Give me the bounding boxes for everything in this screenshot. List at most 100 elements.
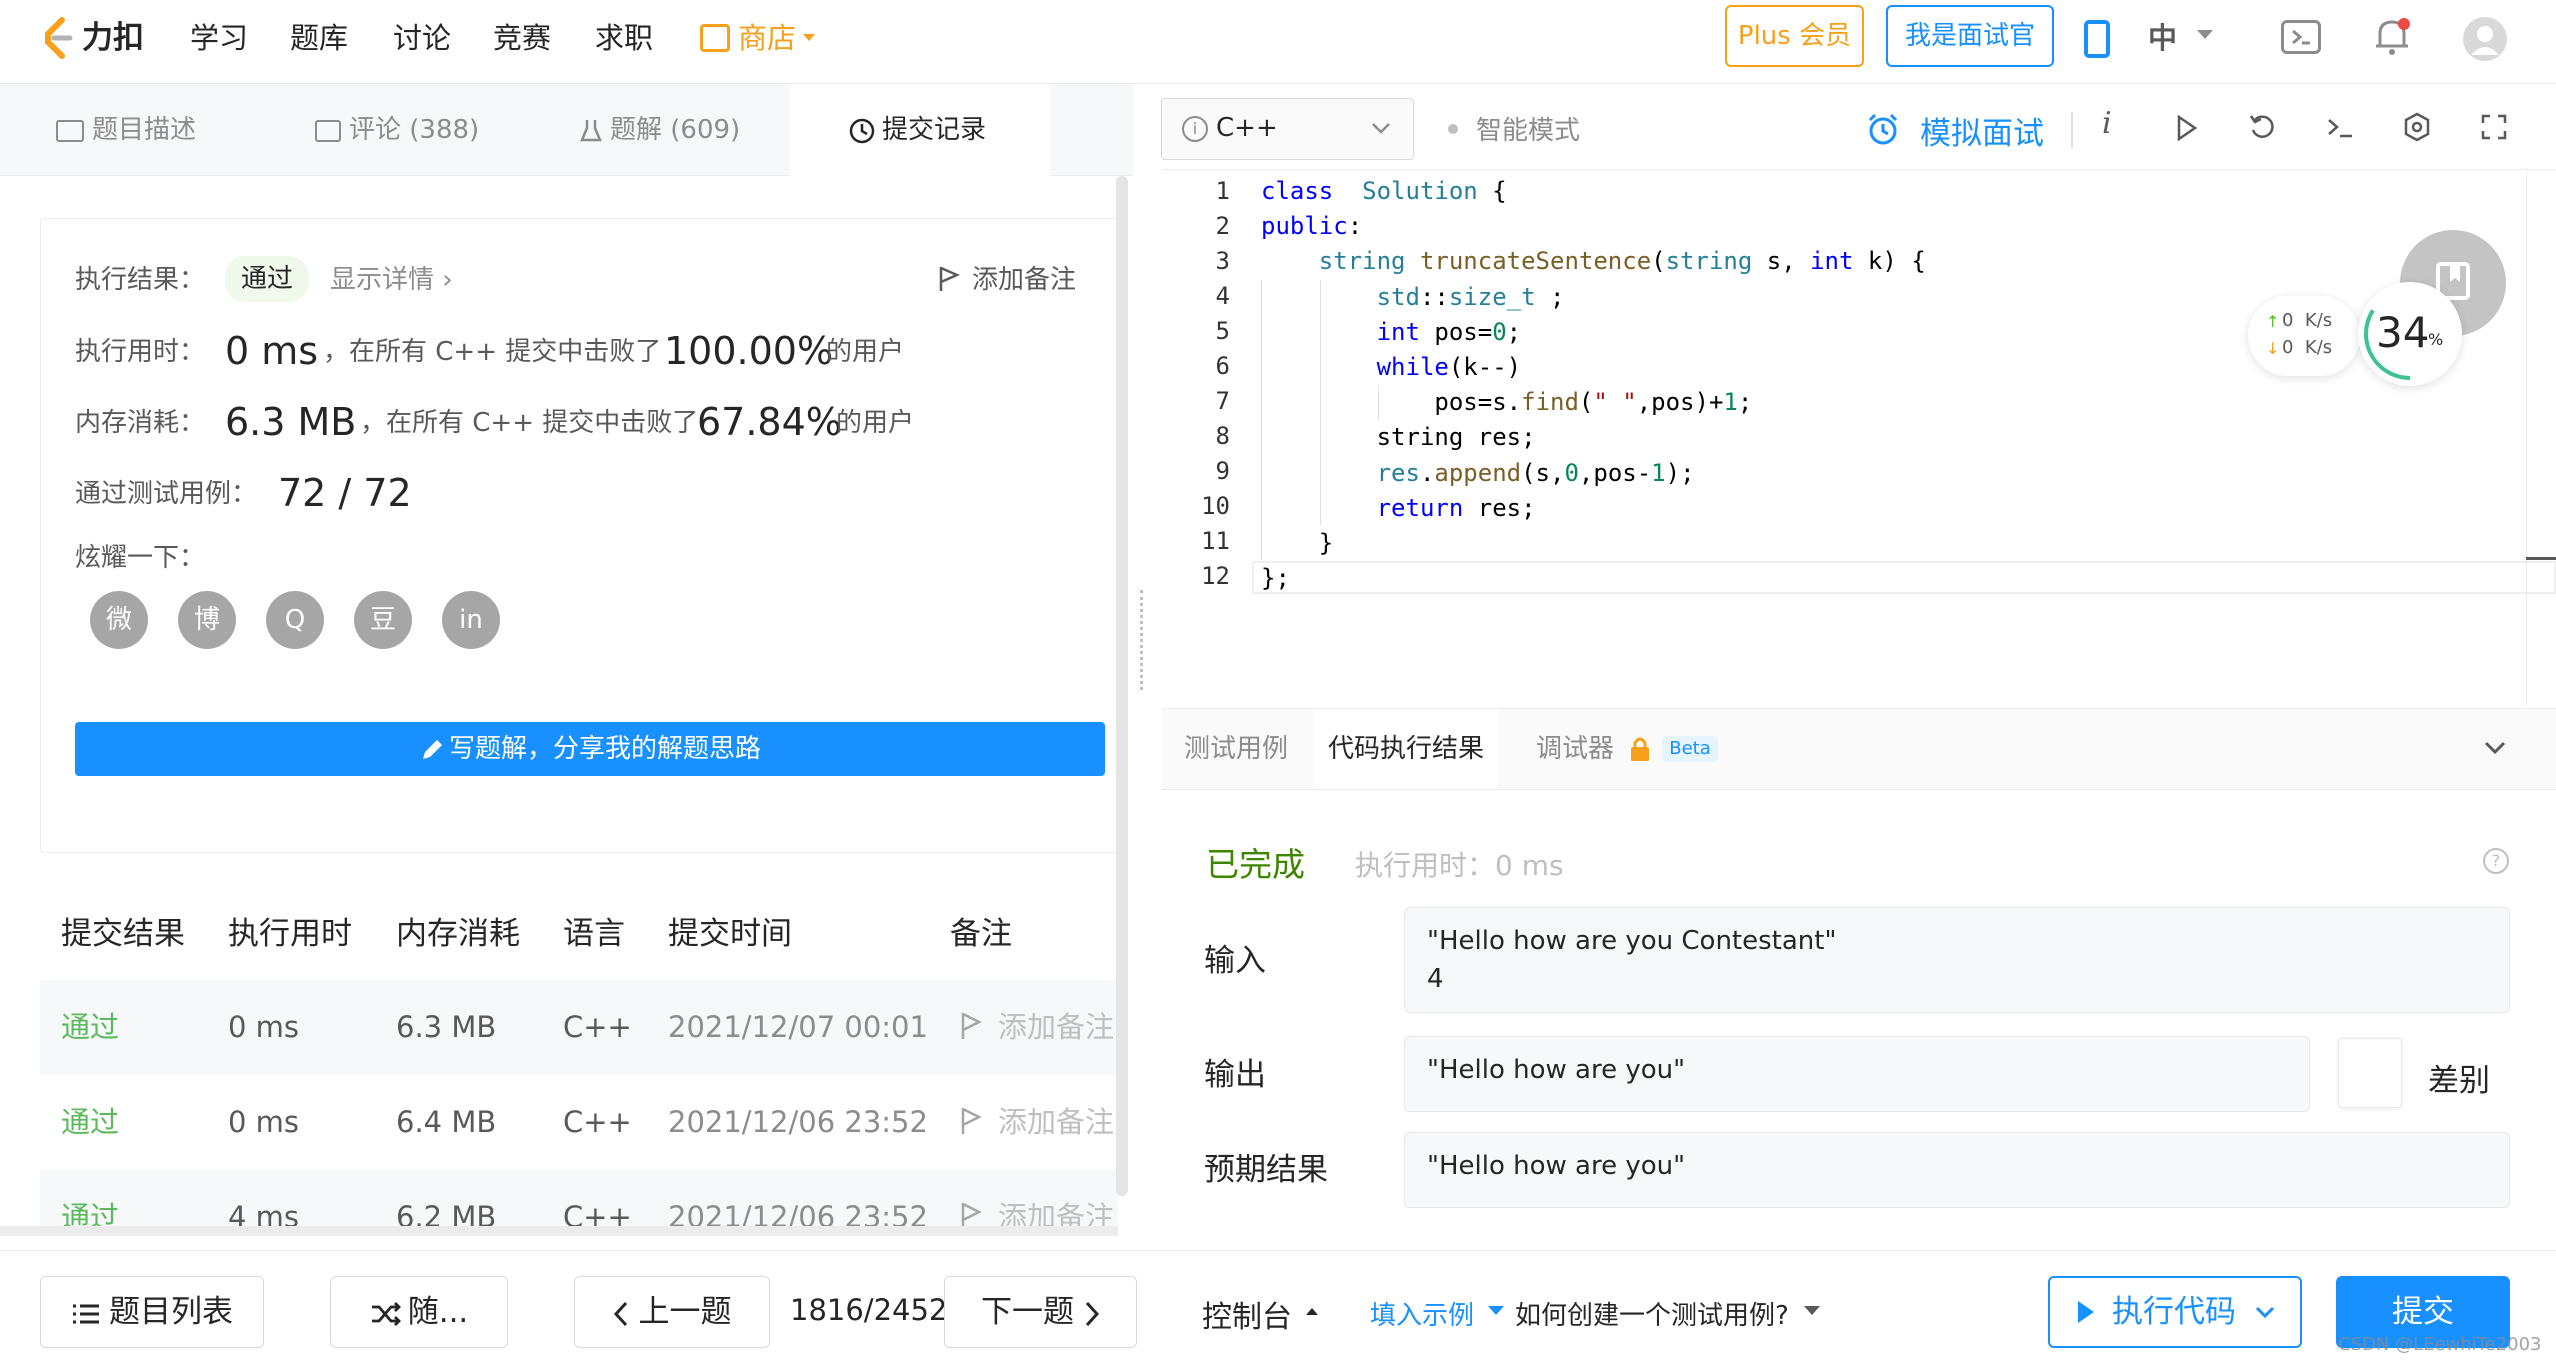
language-switch[interactable]: 中 bbox=[2148, 18, 2177, 58]
row-memory: 6.4 MB bbox=[396, 1105, 497, 1139]
resize-handle[interactable] bbox=[1140, 590, 1146, 690]
row-status[interactable]: 通过 bbox=[61, 1102, 119, 1142]
line-number: 4 bbox=[1215, 282, 1230, 310]
line-number: 6 bbox=[1215, 352, 1230, 380]
testcases-value: 72 / 72 bbox=[278, 471, 412, 515]
scroll-marker bbox=[2526, 557, 2556, 560]
row-add-note[interactable]: 添加备注 bbox=[998, 1197, 1114, 1226]
code-line[interactable]: int pos=0; bbox=[1261, 315, 1522, 350]
code-line[interactable]: string res; bbox=[1261, 420, 1536, 455]
notification-bell-icon[interactable] bbox=[2372, 16, 2412, 58]
nav-jobs[interactable]: 求职 bbox=[595, 18, 653, 58]
douban-icon[interactable]: 豆 bbox=[354, 591, 412, 649]
tab-run-result[interactable]: 代码执行结果 bbox=[1314, 710, 1498, 788]
prev-problem-button[interactable]: 上一题 bbox=[574, 1276, 770, 1348]
weibo-icon[interactable]: 博 bbox=[178, 591, 236, 649]
row-language: C++ bbox=[563, 1010, 632, 1044]
code-line[interactable]: } bbox=[1261, 526, 1333, 561]
result-label: 执行结果： bbox=[75, 265, 206, 295]
collapse-chevron-icon[interactable] bbox=[2484, 740, 2506, 756]
current-line-highlight bbox=[1252, 561, 2556, 594]
interviewer-button[interactable]: 我是面试官 bbox=[1886, 5, 2054, 67]
settings-icon[interactable] bbox=[2402, 112, 2432, 142]
qq-icon[interactable]: Q bbox=[266, 591, 324, 649]
diff-label[interactable]: 差别 bbox=[2428, 1055, 2490, 1100]
line-number: 1 bbox=[1215, 177, 1230, 205]
add-note-button[interactable]: 添加备注 bbox=[972, 262, 1076, 298]
nav-contest[interactable]: 竞赛 bbox=[493, 18, 551, 58]
table-row[interactable]: 通过 0 ms 6.4 MB C++ 2021/12/06 23:52 添加备注 bbox=[40, 1075, 1118, 1170]
horizontal-scrollbar[interactable] bbox=[0, 1226, 1118, 1236]
smart-mode-dot bbox=[1448, 124, 1458, 134]
run-code-button[interactable]: 执行代码 bbox=[2048, 1276, 2302, 1348]
code-line[interactable]: res.append(s,0,pos-1); bbox=[1261, 456, 1695, 491]
comment-icon bbox=[315, 119, 341, 142]
tab-solutions[interactable]: 题解 (609) bbox=[580, 84, 780, 176]
avatar[interactable] bbox=[2463, 17, 2507, 61]
linkedin-icon[interactable]: in bbox=[442, 591, 500, 649]
random-button[interactable]: 随... bbox=[330, 1276, 508, 1348]
input-line: "Hello how are you Contestant" bbox=[1427, 926, 1837, 956]
brand-name[interactable]: 力扣 bbox=[82, 18, 144, 58]
fullscreen-icon[interactable] bbox=[2481, 114, 2507, 140]
info-italic-icon[interactable]: i bbox=[2102, 106, 2112, 141]
flag-icon bbox=[960, 1106, 982, 1136]
col-time: 执行用时 bbox=[228, 916, 352, 952]
plus-member-button[interactable]: Plus 会员 bbox=[1725, 5, 1864, 67]
language-select[interactable]: i C++ bbox=[1161, 98, 1414, 160]
row-time: 0 ms bbox=[228, 1010, 300, 1044]
pencil-icon bbox=[419, 737, 445, 763]
nav-discuss[interactable]: 讨论 bbox=[393, 18, 451, 58]
caret-down-icon bbox=[1804, 1306, 1820, 1315]
smart-mode-toggle[interactable]: 智能模式 bbox=[1476, 110, 1580, 147]
diff-checkbox[interactable] bbox=[2338, 1038, 2402, 1108]
tab-submissions[interactable]: 提交记录 bbox=[790, 84, 1050, 176]
testcases-label: 通过测试用例： bbox=[75, 479, 258, 509]
write-solution-button[interactable]: 写题解，分享我的解题思路 bbox=[75, 722, 1105, 776]
row-memory: 6.3 MB bbox=[396, 1010, 497, 1044]
col-language: 语言 bbox=[563, 916, 625, 952]
net-upload: 0 K/s bbox=[2282, 310, 2333, 331]
code-line[interactable]: }; bbox=[1261, 561, 1290, 596]
terminal-icon[interactable] bbox=[2326, 116, 2354, 140]
show-details-link[interactable]: 显示详情 › bbox=[330, 262, 453, 298]
leetcode-logo-icon[interactable] bbox=[40, 16, 76, 60]
code-line[interactable]: std::size_t ; bbox=[1261, 280, 1565, 315]
problem-list-button[interactable]: 题目列表 bbox=[40, 1276, 264, 1348]
code-line[interactable]: return res; bbox=[1261, 491, 1536, 526]
playground-icon[interactable] bbox=[2281, 20, 2321, 54]
wechat-icon[interactable]: 微 bbox=[90, 591, 148, 649]
fill-example-link[interactable]: 填入示例 bbox=[1370, 1295, 1474, 1332]
tab-description[interactable]: 题目描述 bbox=[56, 84, 216, 176]
nav-learn[interactable]: 学习 bbox=[190, 18, 248, 58]
nav-store[interactable]: 商店 bbox=[738, 18, 796, 58]
nav-problems[interactable]: 题库 bbox=[290, 18, 348, 58]
mobile-icon[interactable] bbox=[2084, 20, 2110, 58]
code-line[interactable]: pos=s.find(" ",pos)+1; bbox=[1261, 385, 1752, 420]
run-icon[interactable] bbox=[2176, 114, 2198, 142]
tab-comments[interactable]: 评论 (388) bbox=[315, 84, 515, 176]
code-line[interactable]: string truncateSentence(string s, int k)… bbox=[1261, 244, 1926, 279]
console-toggle[interactable]: 控制台 bbox=[1202, 1292, 1292, 1336]
overview-ruler bbox=[2526, 170, 2556, 705]
tab-debugger[interactable]: 调试器 bbox=[1536, 710, 1614, 788]
code-line[interactable]: while(k--) bbox=[1261, 350, 1522, 385]
tab-testcase[interactable]: 测试用例 bbox=[1184, 710, 1288, 788]
alarm-clock-icon bbox=[1866, 112, 1900, 146]
table-row[interactable]: 通过 4 ms 6.2 MB C++ 2021/12/06 23:52 添加备注 bbox=[40, 1170, 1118, 1226]
reset-icon[interactable] bbox=[2247, 112, 2277, 142]
next-problem-button[interactable]: 下一题 bbox=[944, 1276, 1137, 1348]
code-line[interactable]: class Solution { bbox=[1261, 174, 1507, 209]
store-icon bbox=[700, 24, 730, 52]
row-status[interactable]: 通过 bbox=[61, 1197, 119, 1226]
help-icon[interactable]: ? bbox=[2483, 848, 2509, 874]
mock-interview-button[interactable]: 模拟面试 bbox=[1920, 108, 2044, 153]
row-add-note[interactable]: 添加备注 bbox=[998, 1007, 1114, 1047]
chevron-down-icon bbox=[2254, 1304, 2276, 1322]
code-line[interactable]: public: bbox=[1261, 209, 1362, 244]
how-to-testcase-link[interactable]: 如何创建一个测试用例? bbox=[1515, 1295, 1789, 1332]
row-status[interactable]: 通过 bbox=[61, 1007, 119, 1047]
vertical-scrollbar[interactable] bbox=[1116, 176, 1128, 1196]
table-row[interactable]: 通过 0 ms 6.3 MB C++ 2021/12/07 00:01 添加备注 bbox=[40, 980, 1118, 1075]
row-add-note[interactable]: 添加备注 bbox=[998, 1102, 1114, 1142]
